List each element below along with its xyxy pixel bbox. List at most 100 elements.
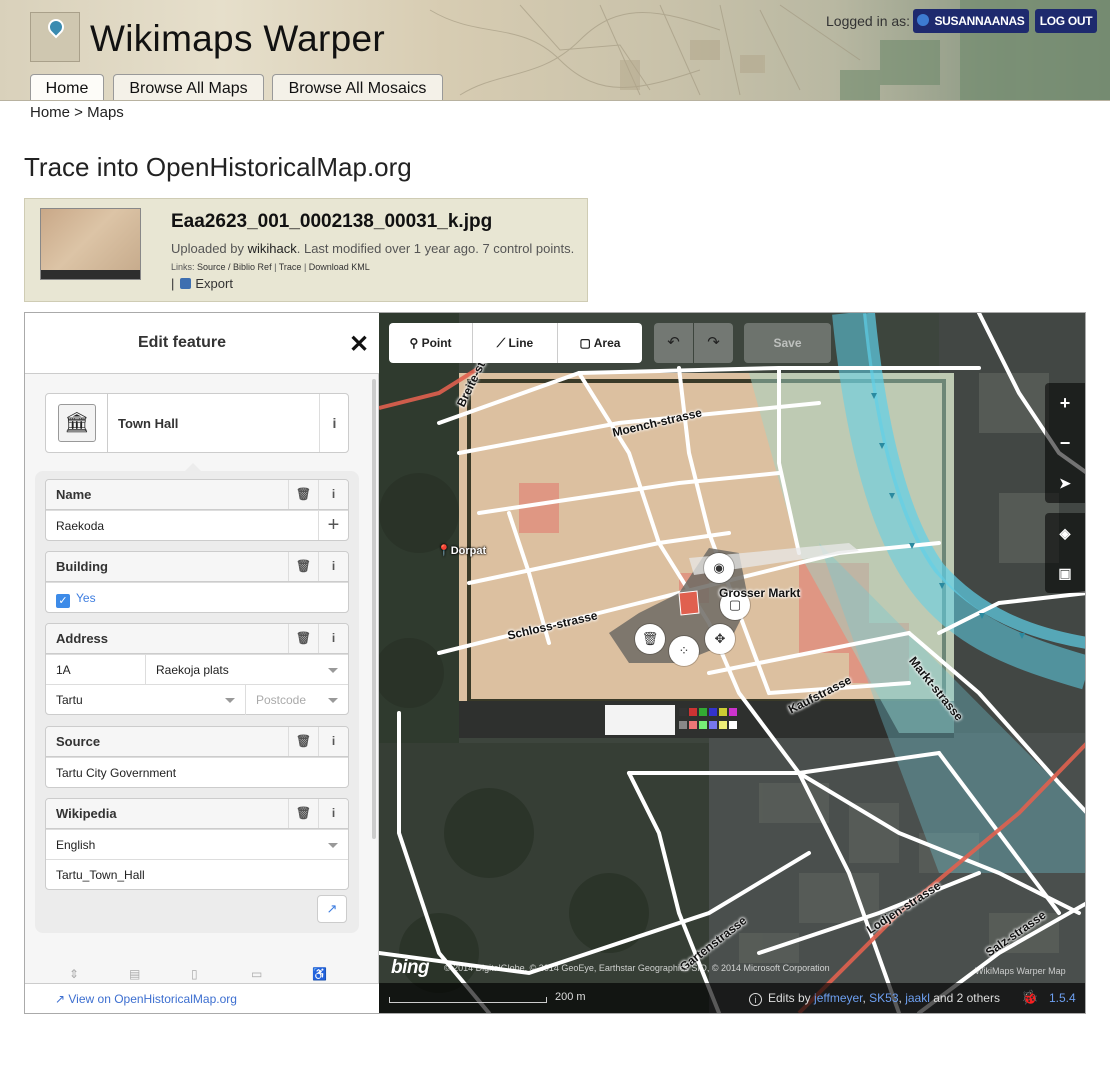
field-label-text: Name [56,487,92,502]
trace-editor: Edit feature ✕ 🏛 Town Hall i Name 🗑 i Ra… [24,312,1086,1014]
logout-button[interactable]: LOG OUT [1035,9,1097,33]
checkbox-checked-icon[interactable]: ✓ [56,594,70,608]
trash-icon[interactable]: 🗑 [288,624,318,653]
export-icon [180,278,192,289]
map-footer: 200 m i Edits by jeffmeyer, SK53, jaakl a… [379,983,1085,1013]
street-combo[interactable]: Raekoja plats [146,655,348,685]
device-icon[interactable]: ▯ [191,967,203,981]
chevron-down-icon [328,843,338,848]
trash-icon[interactable]: 🗑 [288,552,318,581]
info-button[interactable]: i [318,799,348,828]
zoom-in-icon[interactable]: + [1045,383,1085,423]
layers-icon[interactable]: ◈ [1045,513,1085,553]
info-icon[interactable]: i [749,993,762,1006]
imagery-attribution: © 2014 DigitalGlobe, © 2014 GeoEye, Eart… [444,963,830,973]
map-info-box: Eaa2623_001_0002138_00031_k.jpg Uploaded… [24,198,588,302]
scale-label: 200 m [555,991,586,1003]
info-button[interactable]: i [318,727,348,756]
map-data-icon[interactable]: ▣ [1045,553,1085,593]
add-localized-name-button[interactable]: + [318,511,348,540]
building-checkbox-row[interactable]: ✓ Yes [46,582,348,612]
site-title[interactable]: Wikimaps Warper [90,18,385,60]
info-button[interactable]: i [318,624,348,653]
trash-icon[interactable]: 🗑 [288,727,318,756]
geolocate-icon[interactable]: ➤ [1045,463,1085,503]
source-link[interactable]: Source / Biblio Ref [197,262,272,272]
wikipedia-language-combo[interactable]: English [46,829,348,859]
redo-icon[interactable]: ↷ [694,323,733,363]
preset-icon-box: 🏛 [46,394,108,452]
info-button[interactable]: i [318,480,348,509]
line-icon: ⟋ [496,336,509,350]
export-row[interactable]: | Export [171,276,233,291]
trace-link[interactable]: Trace [279,262,302,272]
field-label-text: Wikipedia [56,806,117,821]
info-button[interactable]: i [318,552,348,581]
line-label: Line [508,336,534,350]
scale-bar[interactable] [389,997,547,1003]
export-link[interactable]: Export [195,276,233,291]
add-point-button[interactable]: ⚲ Point [389,323,473,363]
preset-info-button[interactable]: i [319,394,349,452]
wikipedia-article-input[interactable]: Tartu_Town_Hall [46,859,348,889]
address-row-1: 1A Raekoja plats [46,654,348,685]
map-file-name: Eaa2623_001_0002138_00031_k.jpg [171,211,493,232]
uploader-link[interactable]: wikihack [248,241,297,256]
trash-icon[interactable]: 🗑 [288,799,318,828]
storefront-icon[interactable]: ▤ [129,967,141,981]
upload-info: Uploaded by wikihack. Last modified over… [171,241,574,256]
area-icon: ▢ [579,336,594,350]
user-avatar-icon [917,14,930,26]
edits-attribution: i Edits by jeffmeyer, SK53, jaakl and 2 o… [749,991,1000,1006]
add-line-button[interactable]: ⟋ Line [473,323,558,363]
reflect-icon[interactable]: ⁘ [669,636,699,666]
chevron-down-icon [225,698,235,703]
computer-icon[interactable]: ▭ [251,967,263,981]
user-button[interactable]: SUSANNAANAS [913,9,1029,33]
site-logo[interactable] [30,12,80,62]
version-link[interactable]: 1.5.4 [1049,991,1076,1005]
user-link[interactable]: SK53 [869,991,898,1005]
zoom-out-icon[interactable]: − [1045,423,1085,463]
circularize-icon[interactable]: ◉ [704,553,734,583]
kml-link[interactable]: Download KML [309,262,370,272]
external-link-icon[interactable]: ↗ [317,895,347,923]
bug-icon[interactable]: 🐞 [1021,989,1038,1006]
field-name: Name 🗑 i Raekoda + [45,479,349,541]
tab-browse-mosaics[interactable]: Browse All Mosaics [272,74,443,100]
source-input[interactable]: Tartu City Government [46,757,348,787]
save-button[interactable]: Save [744,323,831,363]
breadcrumb[interactable]: Home > Maps [30,104,124,121]
user-link[interactable]: jeffmeyer [814,991,862,1005]
map-thumbnail[interactable] [40,208,141,280]
name-input[interactable]: Raekoda + [46,510,348,540]
close-icon[interactable]: ✕ [349,330,369,359]
housenumber-input[interactable]: 1A [46,655,146,685]
preset-selector[interactable]: 🏛 Town Hall i [45,393,349,453]
undo-icon[interactable]: ↶ [654,323,693,363]
logged-in-label: Logged in as: [826,13,911,29]
wheelchair-icon[interactable]: ♿ [312,967,327,981]
map-pin-icon: 📍 [437,545,451,557]
point-label: Point [421,336,452,350]
add-area-button[interactable]: ▢ Area [558,323,642,363]
delete-icon[interactable]: 🗑 [635,624,665,654]
preset-name: Town Hall [118,416,179,431]
move-icon[interactable]: ⇕ [69,967,81,981]
map-links: Links: Source / Biblio Ref | Trace | Dow… [171,262,370,272]
field-label: Name 🗑 i [46,480,348,510]
map-canvas[interactable]: ◉ ▢ 🗑 ⁘ ✥ Moench-strasse Schloss-strasse… [379,313,1085,1013]
sidebar-scrollbar[interactable] [372,379,376,839]
sidebar-header: Edit feature ✕ [25,313,379,374]
place-label-dorpat[interactable]: 📍Dorpat [437,544,486,557]
field-address: Address 🗑 i 1A Raekoja plats Tartu Postc… [45,623,349,715]
move-icon[interactable]: ✥ [705,624,735,654]
tab-home[interactable]: Home [30,74,104,100]
bing-logo[interactable]: bing [391,957,430,979]
user-link[interactable]: jaakl [905,991,930,1005]
trash-icon[interactable]: 🗑 [288,480,318,509]
tab-browse-maps[interactable]: Browse All Maps [113,74,264,100]
city-combo[interactable]: Tartu [46,685,246,715]
postcode-input[interactable]: Postcode [246,685,348,715]
view-on-osm-link[interactable]: ↗ View on OpenHistoricalMap.org [55,992,237,1006]
